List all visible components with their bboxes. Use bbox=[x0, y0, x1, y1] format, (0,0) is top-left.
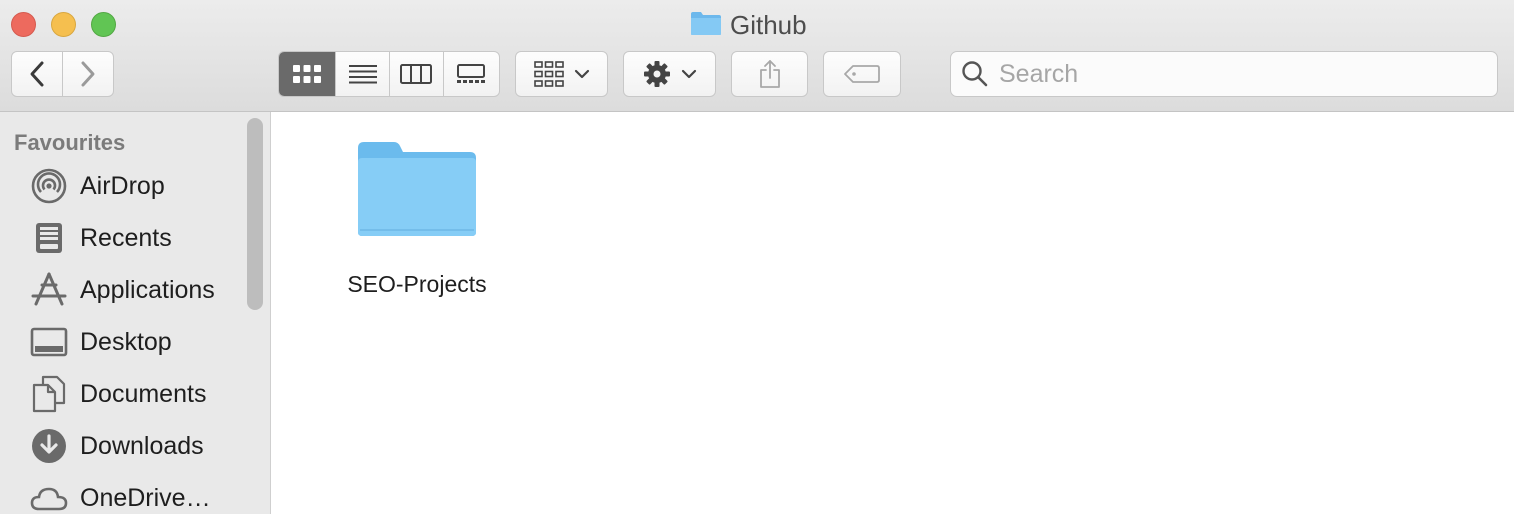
tag-button[interactable] bbox=[823, 51, 901, 97]
search-input[interactable] bbox=[999, 59, 1479, 89]
sidebar-item-label: OneDrive… bbox=[80, 483, 211, 512]
sidebar-item-label: Desktop bbox=[80, 327, 172, 356]
action-button[interactable] bbox=[623, 51, 716, 97]
gallery-view-icon bbox=[457, 64, 486, 83]
sidebar-item-label: Downloads bbox=[80, 431, 204, 460]
applications-icon bbox=[30, 271, 68, 309]
sidebar-item-recents[interactable]: Recents bbox=[30, 218, 240, 258]
back-button[interactable] bbox=[12, 52, 63, 96]
desktop-icon bbox=[30, 323, 68, 361]
close-button[interactable] bbox=[11, 12, 36, 37]
icon-view-icon bbox=[293, 65, 322, 83]
file-browser: SEO-Projects bbox=[272, 112, 1514, 514]
gallery-view-button[interactable] bbox=[444, 52, 499, 96]
sidebar-item-applications[interactable]: Applications bbox=[30, 270, 240, 310]
toolbar: Github bbox=[0, 0, 1514, 112]
sidebar-item-documents[interactable]: Documents bbox=[30, 374, 240, 414]
group-by-icon bbox=[533, 61, 564, 87]
downloads-icon bbox=[30, 427, 68, 465]
column-view-icon bbox=[400, 64, 433, 84]
chevron-left-icon bbox=[30, 61, 44, 87]
chevron-down-icon bbox=[574, 69, 589, 79]
sidebar-item-label: AirDrop bbox=[80, 171, 165, 200]
sidebar-heading: Favourites bbox=[14, 130, 126, 155]
search-field[interactable] bbox=[950, 51, 1498, 97]
chevron-right-icon bbox=[81, 61, 95, 87]
airdrop-icon bbox=[30, 167, 68, 205]
window-title-text: Github bbox=[730, 9, 807, 40]
search-icon bbox=[962, 61, 988, 87]
forward-button[interactable] bbox=[63, 52, 114, 96]
sidebar-item-airdrop[interactable]: AirDrop bbox=[30, 166, 240, 206]
sidebar-item-label: Applications bbox=[80, 275, 215, 304]
share-icon bbox=[759, 60, 780, 88]
list-view-button[interactable] bbox=[336, 52, 390, 96]
gear-icon bbox=[643, 61, 670, 87]
sidebar-scrollbar[interactable] bbox=[247, 118, 263, 310]
column-view-button[interactable] bbox=[390, 52, 444, 96]
group-by-button[interactable] bbox=[515, 51, 608, 97]
zoom-button[interactable] bbox=[91, 12, 116, 37]
chevron-down-icon bbox=[681, 69, 696, 79]
view-mode-control bbox=[278, 51, 500, 97]
documents-icon bbox=[30, 375, 68, 413]
sidebar-item-onedrive[interactable]: OneDrive… bbox=[30, 478, 240, 514]
share-button[interactable] bbox=[731, 51, 808, 97]
sidebar-item-label: Recents bbox=[80, 223, 172, 252]
finder-window: Github Search Favourites AirDrop Recents… bbox=[0, 0, 1514, 514]
sidebar-item-desktop[interactable]: Desktop bbox=[30, 322, 240, 362]
minimize-button[interactable] bbox=[51, 12, 76, 37]
nav-buttons bbox=[11, 51, 114, 97]
sidebar-item-label: Documents bbox=[80, 379, 207, 408]
folder-name: SEO-Projects bbox=[347, 271, 487, 297]
window-title: Github bbox=[690, 9, 807, 41]
recents-icon bbox=[30, 219, 68, 257]
sidebar: Favourites AirDrop Recents Applications … bbox=[0, 112, 271, 514]
icon-view-button[interactable] bbox=[279, 52, 337, 96]
tag-icon bbox=[844, 65, 880, 83]
list-view-icon bbox=[348, 65, 377, 84]
folder-item[interactable]: SEO-Projects bbox=[332, 140, 502, 298]
sidebar-item-downloads[interactable]: Downloads bbox=[30, 426, 240, 466]
folder-icon bbox=[356, 140, 478, 243]
cloud-icon bbox=[30, 479, 68, 514]
folder-icon bbox=[690, 10, 722, 41]
